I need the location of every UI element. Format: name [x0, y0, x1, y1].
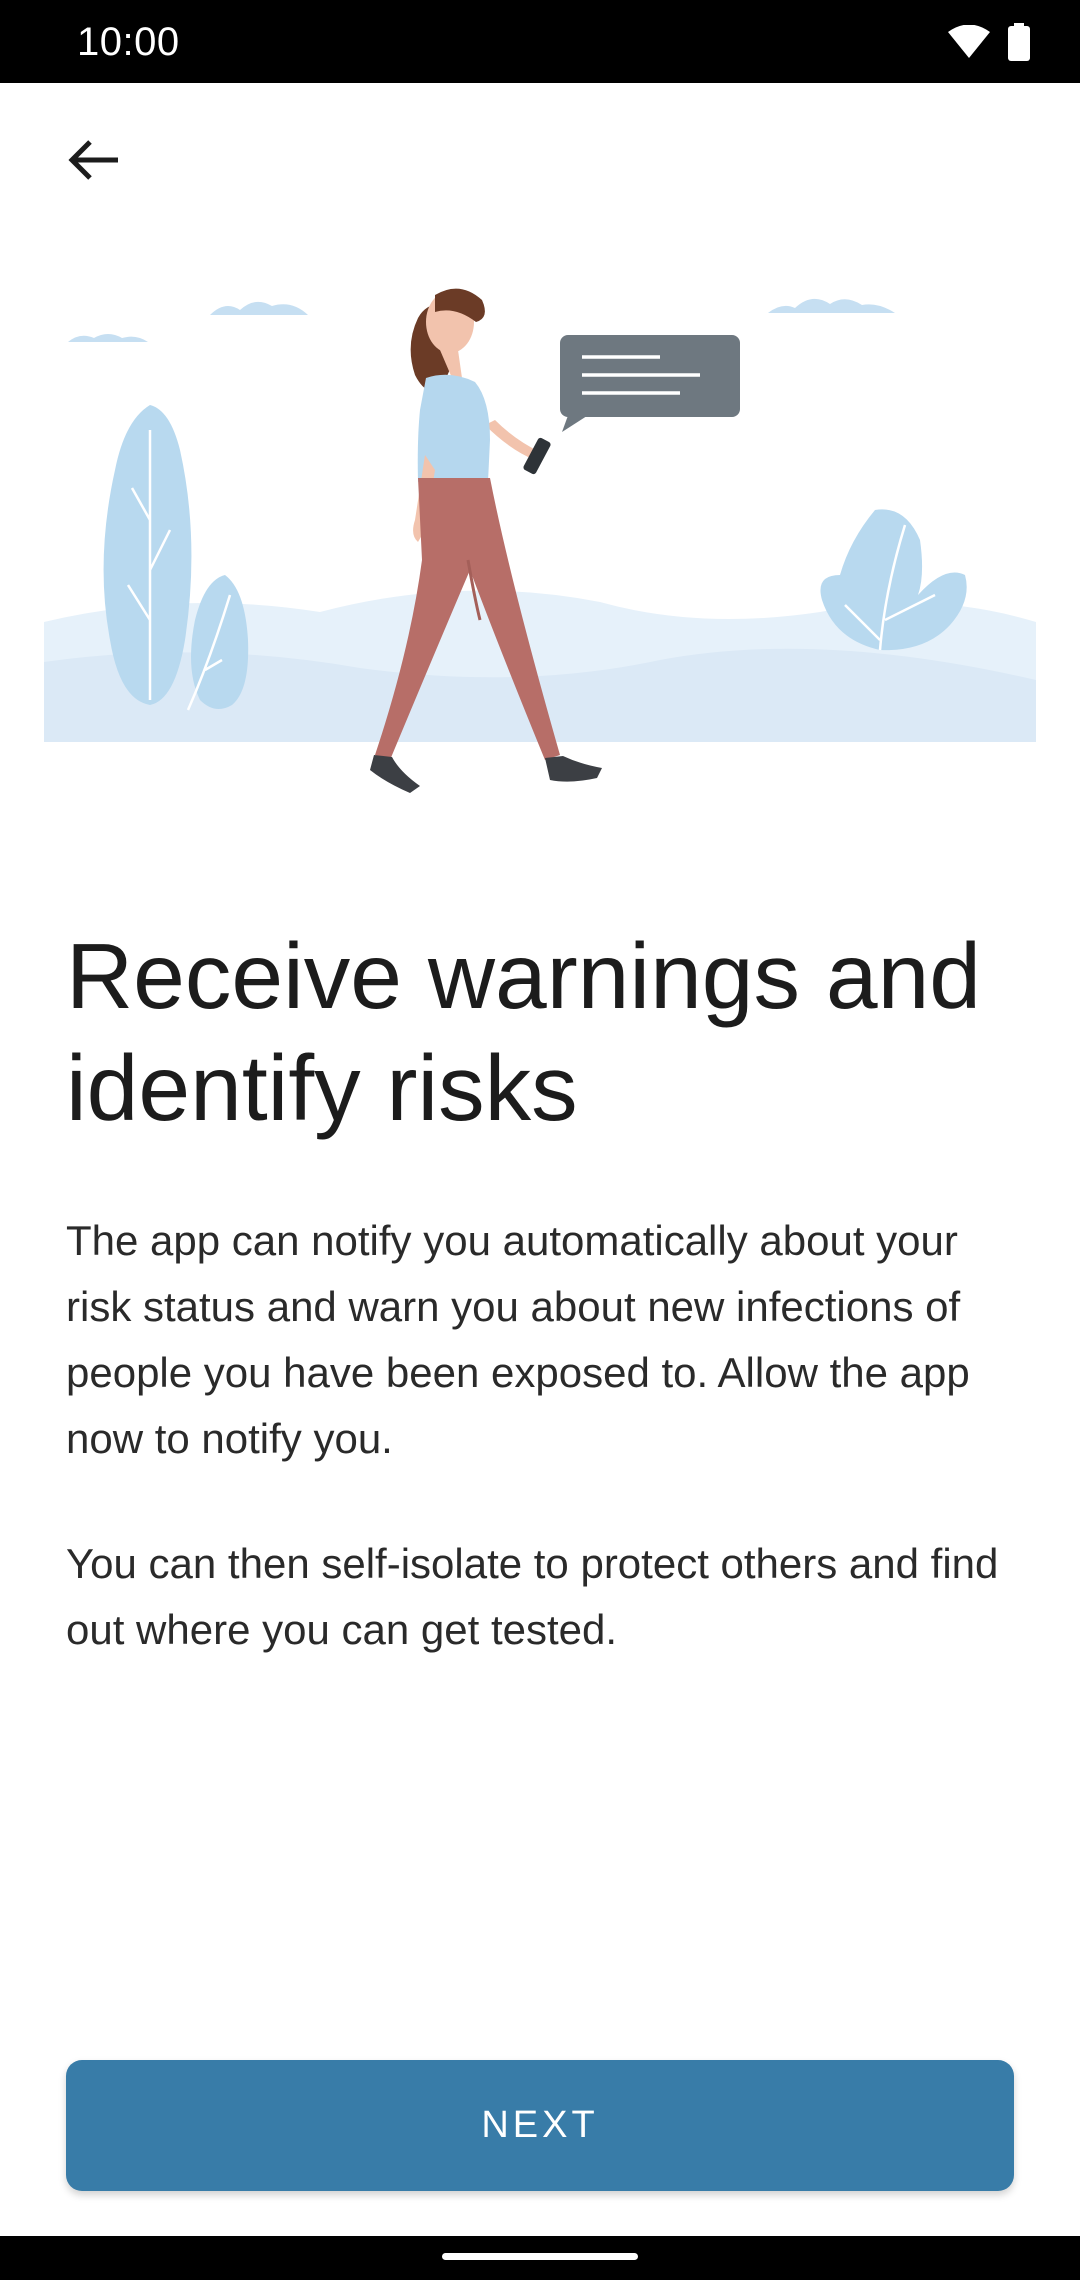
navigation-bar: [0, 2236, 1080, 2280]
woman-walking-with-phone-illustration: [44, 288, 1036, 793]
back-button[interactable]: [46, 118, 142, 202]
description-paragraph-2: You can then self-isolate to protect oth…: [66, 1540, 999, 1653]
status-time: 10:00: [77, 20, 180, 64]
wifi-icon: [948, 25, 990, 58]
arrow-back-icon: [68, 140, 118, 180]
next-button[interactable]: NEXT: [66, 2060, 1014, 2191]
speech-bubble-icon: [560, 335, 740, 432]
description-paragraph-1: The app can notify you automatically abo…: [66, 1217, 970, 1462]
plant-left: [103, 405, 249, 711]
status-icons: [948, 21, 1030, 63]
home-indicator[interactable]: [442, 2253, 638, 2260]
page-title: Receive warnings and identify risks: [66, 924, 982, 1140]
plant-right: [820, 509, 967, 651]
battery-icon: [1008, 23, 1030, 61]
status-bar: 10:00: [0, 0, 1080, 83]
